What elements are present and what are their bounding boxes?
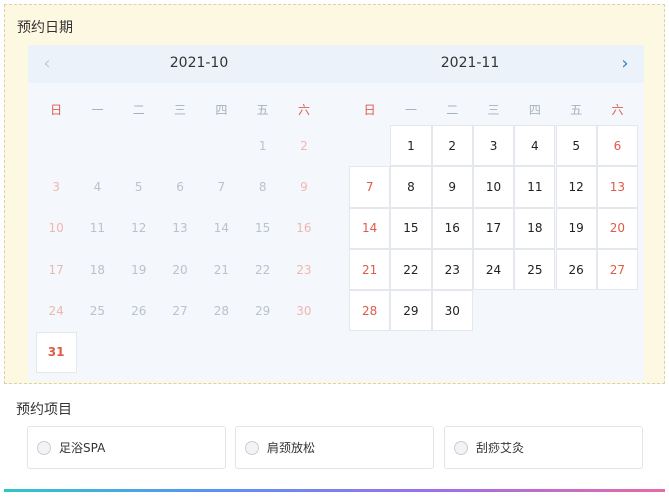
calendar-day: 14 (213, 221, 229, 236)
calendar-day[interactable]: 6 (596, 125, 639, 167)
calendar-day: 20 (172, 262, 188, 277)
calendar-day: 26 (131, 303, 147, 318)
calendar-day[interactable]: 25 (514, 248, 556, 291)
calendar-day: 24 (48, 303, 64, 318)
calendar-day: 30 (296, 303, 312, 318)
calendar-header: ‹ 2021-10 2021-11 › (28, 45, 644, 83)
calendar-day: 13 (172, 221, 188, 236)
calendar-day[interactable]: 21 (349, 248, 391, 291)
calendar-day[interactable]: 23 (431, 248, 473, 291)
weekday-label: 日 (50, 103, 63, 118)
calendar-day[interactable]: 15 (390, 207, 432, 249)
calendar-day[interactable]: 17 (472, 207, 515, 249)
calendar-day[interactable]: 16 (431, 207, 473, 249)
calendar-day[interactable]: 31 (35, 331, 77, 373)
weekday-label: 三 (174, 103, 187, 118)
calendar-day[interactable]: 8 (390, 166, 432, 208)
calendar-day: 11 (89, 221, 106, 236)
calendar-day: 22 (255, 262, 271, 277)
calendar-day[interactable]: 9 (431, 166, 473, 208)
booking-items-section: 预约项目 足浴SPA 肩颈放松 刮痧艾灸 (4, 388, 665, 496)
calendar-day: 5 (134, 179, 143, 194)
calendar-day[interactable]: 27 (596, 248, 639, 291)
calendar-day[interactable]: 26 (555, 248, 597, 291)
calendar-day: 4 (93, 179, 102, 194)
calendar-day[interactable]: 20 (596, 207, 639, 249)
weekday-label: 四 (215, 103, 228, 118)
calendar-day: 8 (258, 179, 267, 194)
calendar-day[interactable]: 29 (390, 290, 432, 332)
booking-date-section: 预约日期 ‹ 2021-10 2021-11 › 日一二三四五六12345678… (4, 4, 665, 384)
calendar-day[interactable]: 5 (555, 125, 597, 167)
booking-items-title: 预约项目 (16, 402, 72, 418)
calendar-day: 21 (213, 262, 229, 277)
calendar-day[interactable]: 28 (349, 290, 391, 332)
calendar-day[interactable]: 3 (472, 125, 515, 167)
calendar-day[interactable]: 10 (472, 166, 515, 208)
weekday-label: 二 (132, 103, 145, 118)
calendar-day[interactable]: 1 (390, 125, 432, 167)
calendar-day: 7 (217, 179, 226, 194)
option-label: 刮痧艾灸 (476, 441, 525, 455)
option-label: 足浴SPA (59, 441, 106, 455)
date-range-calendar: ‹ 2021-10 2021-11 › 日一二三四五六 1 2 3 4 5 6 7 8 9 10 11… (28, 45, 644, 381)
booking-date-title: 预约日期 (17, 20, 73, 36)
calendar-day: 23 (296, 262, 312, 277)
calendar-day: 16 (296, 221, 312, 236)
calendar-day: 15 (255, 221, 271, 236)
option-card-guasha-moxibustion[interactable]: 刮痧艾灸 (444, 426, 643, 469)
calendar-day[interactable]: 7 (349, 166, 391, 208)
calendar-day: 9 (300, 179, 308, 194)
calendar-day[interactable]: 11 (514, 166, 556, 208)
calendar-day[interactable]: 13 (596, 166, 639, 208)
chevron-left-icon[interactable]: ‹ (36, 53, 58, 75)
weekday-label: 日 (363, 103, 376, 118)
calendar-day[interactable]: 18 (514, 207, 556, 249)
calendar-day[interactable]: 30 (431, 290, 473, 332)
calendar-day[interactable]: 4 (514, 125, 556, 167)
radio-circle-icon[interactable] (37, 440, 51, 455)
calendar-day: 12 (131, 221, 147, 236)
calendar-day[interactable]: 14 (349, 207, 391, 249)
calendar-day: 19 (131, 262, 147, 277)
calendar-day: 10 (48, 221, 64, 236)
calendar-day: 25 (89, 303, 106, 318)
calendar-day: 18 (89, 262, 106, 277)
calendar-day[interactable]: 19 (555, 207, 597, 249)
calendar-day[interactable]: 2 (431, 125, 473, 167)
option-card-neck-relax[interactable]: 肩颈放松 (235, 426, 434, 469)
calendar-day: 27 (172, 303, 188, 318)
bottom-accent-bar (4, 489, 665, 492)
month-title-left: 2021-10 (169, 55, 229, 71)
calendar-day: 28 (213, 303, 229, 318)
calendar-day: 2 (300, 138, 308, 153)
calendar-day: 3 (52, 179, 60, 194)
calendar-day: 6 (176, 179, 184, 194)
month-title-right: 2021-11 (440, 55, 500, 71)
option-label: 肩颈放松 (267, 441, 316, 455)
calendar-day[interactable]: 24 (472, 248, 515, 291)
calendar-day[interactable]: 22 (390, 248, 432, 291)
calendar-day: 17 (48, 262, 64, 277)
radio-circle-icon[interactable] (245, 440, 259, 455)
calendar-day: 1 (258, 138, 267, 153)
calendar-day[interactable]: 12 (555, 166, 597, 208)
option-card-foot-spa[interactable]: 足浴SPA (27, 426, 226, 469)
chevron-right-icon[interactable]: › (614, 53, 636, 75)
calendar-day: 29 (255, 303, 271, 318)
weekday-label: 一 (91, 103, 104, 118)
radio-circle-icon[interactable] (454, 440, 468, 455)
